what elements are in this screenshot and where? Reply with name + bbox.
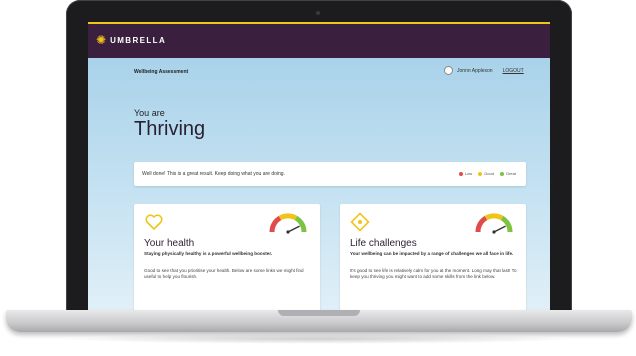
card-subtitle: Staying physically healthy is a powerful…: [144, 251, 273, 256]
laptop-notch: [278, 310, 360, 316]
gauge-icon: [475, 213, 513, 234]
legend-dot: [458, 171, 463, 176]
card-title: Your health: [144, 238, 195, 249]
user-menu: Jonnn Appleson LOGOUT: [444, 66, 524, 75]
laptop-base: [6, 310, 632, 332]
diamond-icon: [350, 212, 370, 232]
logout-link[interactable]: LOGOUT: [503, 68, 524, 74]
card-title: Life challenges: [350, 238, 417, 249]
laptop-lid: ✺ UMBRELLA Wellbeing Assessment Jonnn Ap…: [66, 0, 572, 318]
result-banner: Well done! This is a great result. Keep …: [134, 162, 526, 186]
heart-icon: [145, 214, 163, 230]
legend-item-great: Great: [499, 171, 516, 176]
legend-label: Good: [484, 171, 494, 176]
banner-message: Well done! This is a great result. Keep …: [142, 171, 285, 177]
laptop-shadow: [60, 334, 576, 344]
legend-dot: [499, 171, 504, 176]
main-content: Wellbeing Assessment Jonnn Appleson LOGO…: [88, 58, 550, 318]
card-body: It's good to see life is relatively calm…: [350, 268, 517, 280]
avatar[interactable]: [444, 66, 453, 75]
app-header: ✺ UMBRELLA: [88, 22, 550, 58]
gauge-icon: [269, 213, 307, 234]
brand-name: UMBRELLA: [110, 35, 167, 45]
brand-logo[interactable]: ✺ UMBRELLA: [96, 34, 166, 46]
sun-icon: ✺: [96, 33, 107, 47]
legend-label: Great: [505, 171, 516, 176]
user-name: Jonnn Appleson: [457, 67, 493, 74]
legend-item-low: Low: [458, 171, 473, 176]
legend-item-good: Good: [478, 171, 494, 176]
result-prefix: You are: [134, 108, 165, 118]
life-challenges-card[interactable]: Life challenges Your wellbeing can be im…: [340, 204, 526, 318]
card-body: Good to see that you prioritise your hea…: [144, 268, 304, 280]
legend-label: Low: [464, 171, 473, 176]
legend: Low Good Great: [458, 171, 516, 176]
card-subtitle: Your wellbeing can be impacted by a rang…: [350, 251, 514, 256]
webcam: [316, 11, 320, 15]
page-title: Thriving: [134, 118, 206, 140]
breadcrumb[interactable]: Wellbeing Assessment: [134, 69, 188, 75]
legend-dot: [478, 171, 483, 176]
laptop-screen: ✺ UMBRELLA Wellbeing Assessment Jonnn Ap…: [88, 22, 550, 318]
health-card[interactable]: Your health Staying physically healthy i…: [134, 204, 320, 318]
